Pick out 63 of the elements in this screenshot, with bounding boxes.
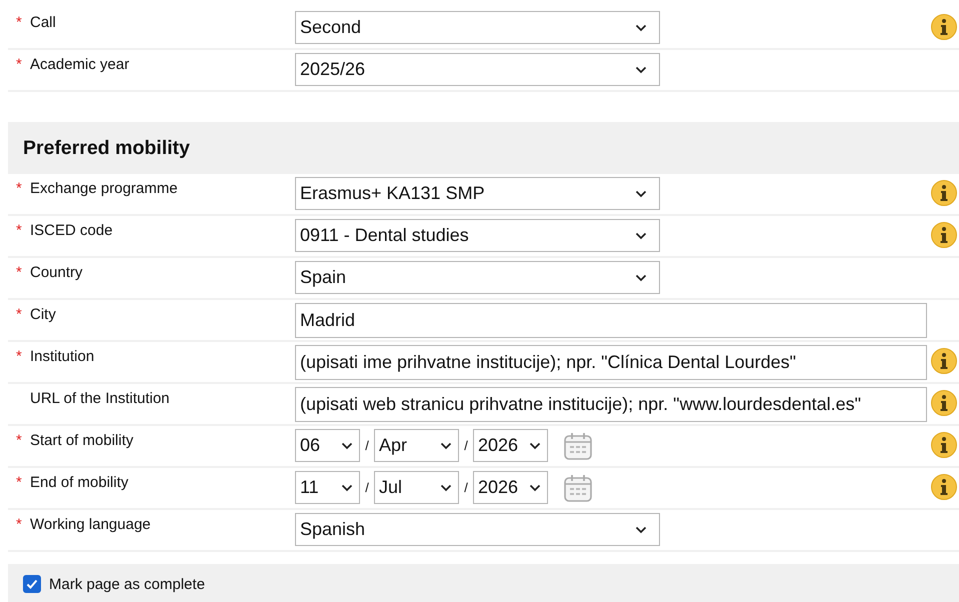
chevron-icon	[635, 526, 647, 534]
required-marker: *	[15, 474, 23, 491]
dropdown[interactable]: Second	[295, 11, 660, 44]
section-title: Preferred mobility	[23, 136, 190, 160]
text-field[interactable]: (upisati web stranicu prihvatne institucije); npr. "www.lourdesdental.es"	[295, 387, 927, 422]
dropdown[interactable]: Erasmus+ KA131 SMP	[295, 177, 660, 210]
required-marker: *	[15, 264, 23, 281]
info-icon[interactable]	[931, 390, 957, 416]
checkbox-label: Mark page as complete	[49, 576, 205, 592]
date-separator: /	[364, 438, 370, 453]
required-marker: *	[15, 306, 23, 323]
dropdown[interactable]: Spain	[295, 261, 660, 294]
chevron-icon	[529, 484, 541, 492]
month-dropdown[interactable]: Jul	[374, 471, 459, 504]
required-marker: *	[15, 56, 23, 73]
field-label: Institution	[30, 348, 94, 365]
field-label: URL of the Institution	[30, 390, 170, 407]
dropdown[interactable]: 2025/26	[295, 53, 660, 86]
field-label: Start of mobility	[30, 432, 134, 449]
month-dropdown[interactable]: Apr	[374, 429, 459, 462]
field-label: Academic year	[30, 56, 130, 73]
chevron-icon	[341, 484, 353, 492]
required-marker: *	[15, 516, 23, 533]
field-label: End of mobility	[30, 474, 128, 491]
field-label: ISCED code	[30, 222, 113, 239]
year-dropdown[interactable]: 2026	[473, 429, 548, 462]
field-label: Country	[30, 264, 83, 281]
chevron-icon	[440, 442, 452, 450]
field-label: Call	[30, 14, 56, 31]
checkbox[interactable]	[23, 575, 41, 593]
required-marker: *	[15, 432, 23, 449]
info-icon[interactable]	[931, 432, 957, 458]
field-label: Working language	[30, 516, 151, 533]
info-icon[interactable]	[931, 348, 957, 374]
required-marker: *	[15, 180, 23, 197]
text-field[interactable]: (upisati ime prihvatne institucije); npr. "Clínica Dental Lourdes"	[295, 345, 927, 380]
date-separator: /	[364, 480, 370, 495]
field-label: City	[30, 306, 56, 323]
date-separator: /	[463, 480, 469, 495]
chevron-icon	[635, 190, 647, 198]
dropdown[interactable]: Spanish	[295, 513, 660, 546]
info-icon[interactable]	[931, 180, 957, 206]
required-marker: *	[15, 14, 23, 31]
date-separator: /	[463, 438, 469, 453]
chevron-icon	[440, 484, 452, 492]
chevron-icon	[635, 232, 647, 240]
chevron-icon	[635, 66, 647, 74]
chevron-icon	[635, 24, 647, 32]
info-icon[interactable]	[931, 474, 957, 500]
required-marker: *	[15, 348, 23, 365]
check-icon	[25, 577, 39, 591]
info-icon[interactable]	[931, 14, 957, 40]
year-dropdown[interactable]: 2026	[473, 471, 548, 504]
chevron-icon	[341, 442, 353, 450]
text-field[interactable]: Madrid	[295, 303, 927, 338]
chevron-icon	[635, 274, 647, 282]
chevron-icon	[529, 442, 541, 450]
day-dropdown[interactable]: 11	[295, 471, 360, 504]
field-label: Exchange programme	[30, 180, 178, 197]
day-dropdown[interactable]: 06	[295, 429, 360, 462]
required-marker: *	[15, 222, 23, 239]
info-icon[interactable]	[931, 222, 957, 248]
dropdown[interactable]: 0911 - Dental studies	[295, 219, 660, 252]
